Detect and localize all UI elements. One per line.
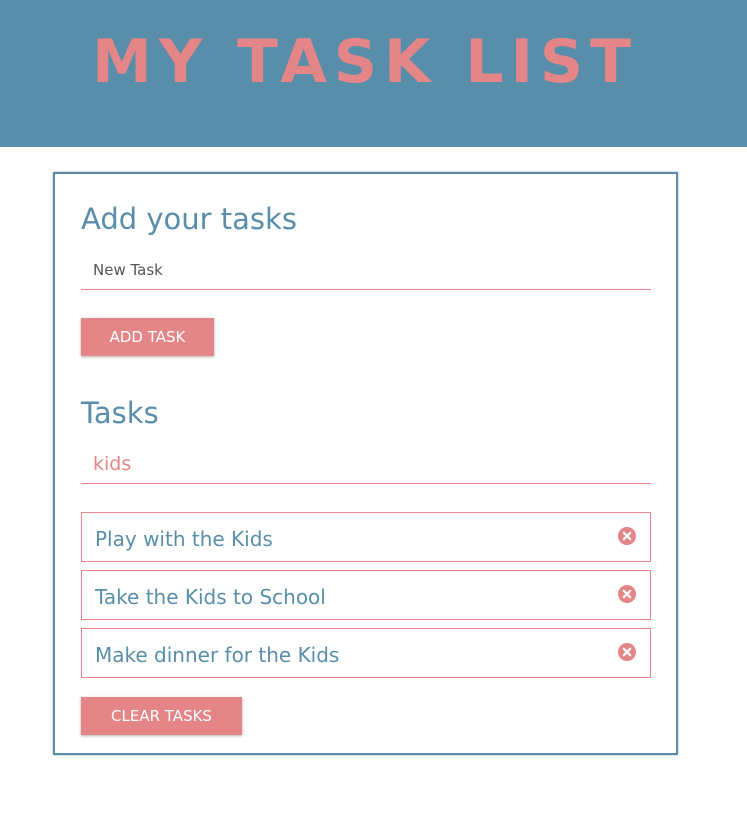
close-circle-icon[interactable] [618,585,636,603]
task-item: Make dinner for the Kids [81,628,651,678]
close-circle-icon[interactable] [618,643,636,661]
task-text: Take the Kids to School [95,585,326,609]
page-title: MY TASK LIST [92,27,639,97]
task-item: Play with the Kids [81,512,651,562]
filter-tasks-input[interactable] [81,444,651,484]
new-task-input[interactable] [81,250,651,290]
clear-tasks-button[interactable]: CLEAR TASKS [81,697,242,735]
task-text: Make dinner for the Kids [95,643,340,667]
task-card: Add your tasks ADD TASK Tasks Play with … [53,172,678,755]
task-item: Take the Kids to School [81,570,651,620]
add-task-button[interactable]: ADD TASK [81,318,214,356]
add-tasks-heading: Add your tasks [81,202,297,236]
page-header: MY TASK LIST [0,0,747,147]
tasks-heading: Tasks [81,396,159,430]
task-list: Play with the Kids Take the Kids to Scho… [81,512,651,686]
task-text: Play with the Kids [95,527,273,551]
close-circle-icon[interactable] [618,527,636,545]
